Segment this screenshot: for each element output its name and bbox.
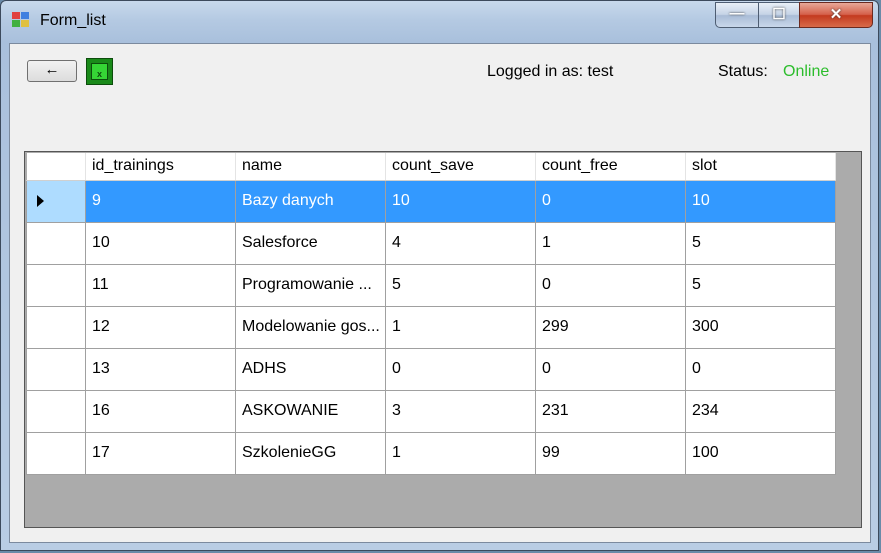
back-button[interactable]: ← (27, 60, 77, 82)
status-value: Online (783, 63, 830, 80)
row-header[interactable] (26, 389, 86, 433)
cell-count-save[interactable]: 10 (385, 179, 536, 223)
window-title: Form_list (40, 12, 106, 29)
cell-count-free[interactable]: 0 (535, 179, 686, 223)
excel-x-icon: x (97, 69, 103, 79)
table-row[interactable]: 9 Bazy danych 10 0 10 (26, 179, 836, 223)
cell-count-free[interactable]: 299 (535, 305, 686, 349)
cell-id-trainings[interactable]: 16 (85, 389, 236, 433)
cell-slot[interactable]: 5 (685, 263, 836, 307)
cell-count-free[interactable]: 99 (535, 431, 686, 475)
cell-id-trainings[interactable]: 9 (85, 179, 236, 223)
column-header-count-save[interactable]: count_save (385, 153, 536, 181)
table-row[interactable]: 16 ASKOWANIE 3 231 234 (26, 389, 836, 433)
maximize-icon: ☐ (772, 6, 786, 23)
status-label: Status: (718, 63, 768, 80)
corner-header[interactable] (26, 153, 86, 181)
form-list-window: Form_list — ☐ ✕ ← x Logged in as: test S… (0, 0, 879, 551)
minimize-button[interactable]: — (715, 2, 759, 28)
cell-slot[interactable]: 100 (685, 431, 836, 475)
row-header[interactable] (26, 305, 86, 349)
row-header[interactable] (26, 221, 86, 265)
table-row[interactable]: 13 ADHS 0 0 0 (26, 347, 836, 391)
table-row[interactable]: 17 SzkolenieGG 1 99 100 (26, 431, 836, 475)
close-icon: ✕ (829, 6, 843, 23)
grid-body: 9 Bazy danych 10 0 10 10 Salesforce 4 1 5 11 Progra… (26, 179, 836, 475)
cell-count-free[interactable]: 231 (535, 389, 686, 433)
column-header-name[interactable]: name (235, 153, 386, 181)
table-row[interactable]: 10 Salesforce 4 1 5 (26, 221, 836, 265)
cell-count-save[interactable]: 1 (385, 305, 536, 349)
cell-name[interactable]: ADHS (235, 347, 386, 391)
cell-name[interactable]: Bazy danych (235, 179, 386, 223)
table-row[interactable]: 12 Modelowanie gos... 1 299 300 (26, 305, 836, 349)
logged-in-label: Logged in as: test (487, 63, 614, 80)
cell-count-free[interactable]: 1 (535, 221, 686, 265)
header-row: id_trainings name count_save count_free … (26, 153, 836, 181)
row-header[interactable] (26, 347, 86, 391)
excel-export-icon[interactable]: x (86, 58, 113, 85)
cell-id-trainings[interactable]: 10 (85, 221, 236, 265)
client-area: ← x Logged in as: test Status: Online id… (9, 43, 871, 543)
cell-name[interactable]: Programowanie ... (235, 263, 386, 307)
cell-count-save[interactable]: 4 (385, 221, 536, 265)
cell-count-free[interactable]: 0 (535, 263, 686, 307)
title-bar[interactable]: Form_list — ☐ ✕ (1, 1, 878, 41)
cell-id-trainings[interactable]: 17 (85, 431, 236, 475)
close-button[interactable]: ✕ (799, 2, 873, 28)
cell-name[interactable]: SzkolenieGG (235, 431, 386, 475)
row-header[interactable] (26, 431, 86, 475)
column-header-id-trainings[interactable]: id_trainings (85, 153, 236, 181)
cell-slot[interactable]: 5 (685, 221, 836, 265)
cell-slot[interactable]: 10 (685, 179, 836, 223)
trainings-data-grid[interactable]: id_trainings name count_save count_free … (24, 151, 862, 528)
cell-slot[interactable]: 234 (685, 389, 836, 433)
cell-slot[interactable]: 300 (685, 305, 836, 349)
minimize-icon: — (729, 5, 745, 22)
row-header[interactable] (26, 263, 86, 307)
cell-count-save[interactable]: 1 (385, 431, 536, 475)
maximize-button[interactable]: ☐ (758, 2, 800, 28)
cell-id-trainings[interactable]: 13 (85, 347, 236, 391)
cell-count-save[interactable]: 0 (385, 347, 536, 391)
row-header[interactable] (26, 179, 86, 223)
cell-slot[interactable]: 0 (685, 347, 836, 391)
table-row[interactable]: 11 Programowanie ... 5 0 5 (26, 263, 836, 307)
cell-id-trainings[interactable]: 12 (85, 305, 236, 349)
cell-count-free[interactable]: 0 (535, 347, 686, 391)
cell-count-save[interactable]: 3 (385, 389, 536, 433)
cell-count-save[interactable]: 5 (385, 263, 536, 307)
cell-name[interactable]: ASKOWANIE (235, 389, 386, 433)
trainings-table: id_trainings name count_save count_free … (26, 153, 836, 475)
current-row-arrow-icon (37, 195, 44, 207)
column-header-count-free[interactable]: count_free (535, 153, 686, 181)
column-header-slot[interactable]: slot (685, 153, 836, 181)
cell-name[interactable]: Salesforce (235, 221, 386, 265)
cell-id-trainings[interactable]: 11 (85, 263, 236, 307)
cell-name[interactable]: Modelowanie gos... (235, 305, 386, 349)
app-icon (12, 12, 29, 27)
